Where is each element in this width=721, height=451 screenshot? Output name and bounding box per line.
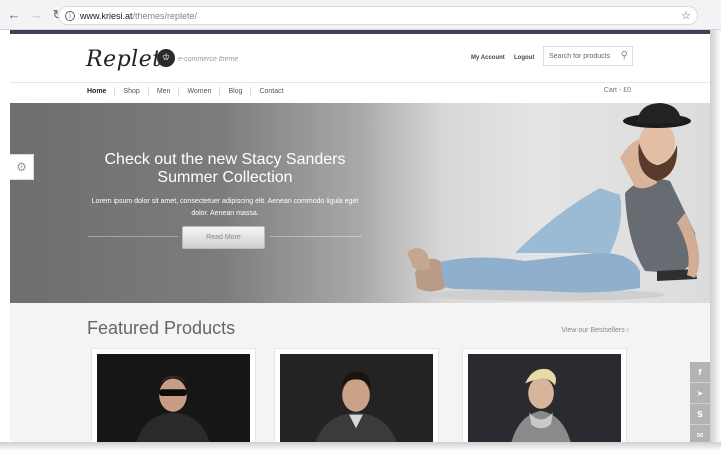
nav-item-contact[interactable]: Contact (259, 88, 283, 95)
nav-separator (147, 87, 149, 96)
back-arrow-icon[interactable]: ← (6, 7, 22, 23)
accent-line (10, 30, 710, 34)
info-icon[interactable]: i (65, 10, 75, 21)
product-image (97, 354, 250, 442)
bestsellers-link[interactable]: View our Bestsellers › (561, 327, 629, 334)
product-image (468, 354, 621, 442)
logout-link[interactable]: Logout (514, 55, 534, 61)
read-more-button[interactable]: Read More (182, 226, 265, 249)
nav-item-blog[interactable]: Blog (228, 88, 242, 95)
hero-model-image (407, 103, 700, 301)
search-input[interactable] (544, 48, 614, 64)
nav-item-shop[interactable]: Shop (123, 88, 139, 95)
nav-separator (250, 87, 252, 96)
hero-rule (88, 236, 178, 237)
gear-icon[interactable]: ⚙ (10, 154, 34, 180)
nav-item-women[interactable]: Women (187, 88, 211, 95)
email-icon[interactable]: ✉ (690, 425, 710, 442)
hero-slider: Check out the new Stacy Sanders Summer C… (10, 103, 710, 303)
nav-separator (219, 87, 221, 96)
social-share-bar: f ➤ S ✉ (690, 362, 710, 442)
web-page: Replete ♔ e-commerce theme My Account Lo… (10, 30, 710, 442)
nav-item-men[interactable]: Men (157, 88, 171, 95)
url-host: www.kriesi.at (80, 10, 133, 21)
url-path: /themes/replete/ (132, 10, 198, 21)
hero-title-line: Check out the new Stacy Sanders (104, 151, 346, 168)
bestsellers-label: View our Bestsellers (561, 327, 625, 334)
search-box: ⚲ (543, 46, 633, 66)
cart-link[interactable]: Cart - £0 (604, 87, 631, 94)
share-icon[interactable]: ➤ (690, 383, 710, 404)
nav-item-home[interactable]: Home (87, 88, 106, 95)
window-shadow (0, 442, 721, 451)
hero-text-line: dolor. Aenean massa. (191, 210, 259, 217)
hero-rule (270, 236, 362, 237)
skype-icon[interactable]: S (690, 404, 710, 425)
hero-text: Lorem ipsum dolor sit amet, consectetuer… (88, 196, 362, 220)
facebook-icon[interactable]: f (690, 362, 710, 383)
hero-title-line: Summer Collection (157, 169, 293, 186)
product-card[interactable] (274, 348, 439, 442)
featured-title: Featured Products (87, 318, 236, 338)
crown-icon: ♔ (157, 49, 175, 67)
product-card[interactable] (91, 348, 256, 442)
window-shadow (710, 30, 721, 442)
nav-separator (114, 87, 116, 96)
browser-toolbar: ← → ↻ i www.kriesi.at/themes/replete/ ☆ (0, 0, 721, 30)
nav-separator (178, 87, 180, 96)
product-image (280, 354, 433, 442)
bookmark-star-icon[interactable]: ☆ (681, 9, 691, 22)
hero-text-line: Lorem ipsum dolor sit amet, consectetuer… (91, 198, 359, 205)
site-tagline: e-commerce theme (178, 56, 239, 63)
nav-divider (10, 82, 710, 83)
my-account-link[interactable]: My Account (471, 55, 505, 61)
product-card[interactable] (462, 348, 627, 442)
forward-arrow-icon[interactable]: → (28, 7, 44, 23)
chevron-right-icon: › (626, 327, 629, 334)
address-bar[interactable]: i www.kriesi.at/themes/replete/ ☆ (58, 6, 698, 25)
main-nav: Home Shop Men Women Blog Contact (87, 87, 284, 96)
hero-title: Check out the new Stacy Sanders Summer C… (70, 151, 380, 187)
search-icon[interactable]: ⚲ (621, 50, 628, 61)
